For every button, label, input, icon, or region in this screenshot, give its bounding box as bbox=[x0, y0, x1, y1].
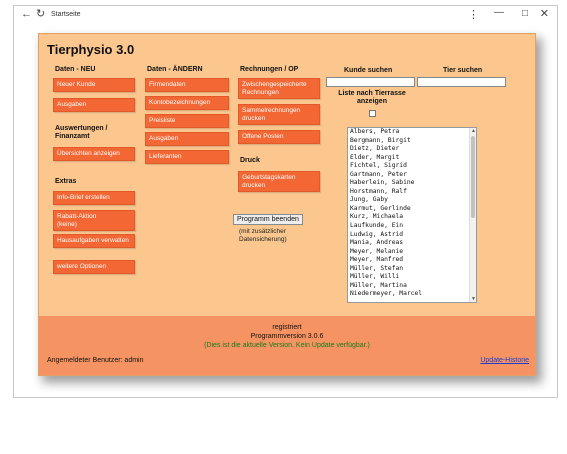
kebab-menu-icon[interactable]: ⋮ bbox=[468, 8, 479, 21]
ausgaben-aendern-button[interactable]: Ausgaben bbox=[145, 132, 229, 146]
customer-list-item[interactable]: Mania, Andreas bbox=[348, 239, 476, 248]
ausgaben-neu-button[interactable]: Ausgaben bbox=[53, 98, 135, 112]
scroll-down-icon[interactable]: ▼ bbox=[470, 296, 476, 302]
programm-beenden-button[interactable]: Programm beenden bbox=[233, 214, 303, 225]
offene-posten-button[interactable]: Offene Posten bbox=[238, 130, 320, 144]
customer-list-item[interactable]: Haberlein, Sabine bbox=[348, 179, 476, 188]
listbox-scrollbar[interactable]: ▲ ▼ bbox=[469, 128, 476, 302]
kontobezeichnungen-button[interactable]: Kontobezeichnungen bbox=[145, 96, 229, 110]
heading-daten-aendern: Daten - ÄNDERN bbox=[147, 66, 203, 73]
customer-list-item[interactable]: Müller, Willi bbox=[348, 273, 476, 282]
scroll-up-icon[interactable]: ▲ bbox=[470, 128, 476, 134]
customer-list-item[interactable]: Albers, Petra bbox=[348, 128, 476, 137]
customer-listbox[interactable]: Albers, Petra Bergmann, Birgit Dietz, Diet… bbox=[347, 127, 477, 303]
customer-list: Albers, Petra Bergmann, Birgit Dietz, Diet… bbox=[348, 128, 476, 299]
close-icon[interactable]: ✕ bbox=[540, 7, 549, 20]
heading-rechnungen: Rechnungen / OP bbox=[240, 66, 299, 73]
page-content: Tierphysio 3.0 Daten - NEU Neuer Kunde A… bbox=[14, 24, 557, 397]
customer-list-item[interactable]: Müller, Martina bbox=[348, 282, 476, 291]
tab-title: Startseite bbox=[51, 11, 81, 18]
info-brief-button[interactable]: Info-Brief erstellen bbox=[53, 191, 135, 205]
logged-in-user: Angemeldeter Benutzer: admin bbox=[47, 357, 144, 364]
customer-list-item[interactable]: Niedermeyer, Marcel bbox=[348, 290, 476, 299]
customer-list-item[interactable]: Laufkunde, Ein bbox=[348, 222, 476, 231]
rabatt-aktion-status: (keine) bbox=[57, 220, 77, 228]
customer-list-item[interactable]: Ludwig, Astrid bbox=[348, 231, 476, 240]
reload-icon[interactable]: ↻ bbox=[36, 8, 45, 20]
customer-list-item[interactable]: Jung, Gaby bbox=[348, 196, 476, 205]
maximize-icon[interactable]: □ bbox=[522, 8, 528, 19]
neuer-kunde-button[interactable]: Neuer Kunde bbox=[53, 78, 135, 92]
preisliste-button[interactable]: Preisliste bbox=[145, 114, 229, 128]
kunde-suchen-label: Kunde suchen bbox=[344, 67, 393, 74]
main-card: Tierphysio 3.0 Daten - NEU Neuer Kunde A… bbox=[38, 33, 536, 376]
heading-extras: Extras bbox=[55, 178, 77, 185]
customer-list-item[interactable]: Gartmann, Peter bbox=[348, 171, 476, 180]
customer-list-item[interactable]: Kurz, Michaela bbox=[348, 213, 476, 222]
arrow-left-icon[interactable]: ← bbox=[21, 8, 32, 20]
browser-window: ← ↻ Startseite ⋮ — □ ✕ Tierphysio 3.0 Da… bbox=[13, 5, 558, 398]
tier-search-input[interactable] bbox=[417, 77, 506, 87]
customer-list-item[interactable]: Horstmann, Ralf bbox=[348, 188, 476, 197]
customer-list-item[interactable]: Fichtel, Sigrid bbox=[348, 162, 476, 171]
customer-list-item[interactable]: Müller, Stefan bbox=[348, 265, 476, 274]
program-version: Programmversion 3.0.6 bbox=[250, 333, 324, 340]
liste-nach-tierrasse-label: Liste nach Tierrasse anzeigen bbox=[338, 90, 406, 105]
tier-suchen-label: Tier suchen bbox=[443, 67, 483, 74]
heading-daten-neu: Daten - NEU bbox=[55, 66, 96, 73]
footer: registriert Programmversion 3.0.6 (Dies … bbox=[39, 316, 535, 375]
customer-list-item[interactable]: Bergmann, Birgit bbox=[348, 137, 476, 146]
heading-druck: Druck bbox=[240, 157, 260, 164]
customer-list-item[interactable]: Elder, Margit bbox=[348, 154, 476, 163]
firmendaten-button[interactable]: Firmendaten bbox=[145, 78, 229, 92]
rabatt-aktion-button[interactable]: Rabatt-Aktion (keine) bbox=[53, 210, 135, 231]
update-historie-link[interactable]: Update-Historie bbox=[480, 357, 529, 364]
datensicherung-note: (mit zusätzlicher Datensicherung) bbox=[239, 228, 287, 243]
registered-status: registriert bbox=[272, 324, 302, 331]
customer-list-item[interactable]: Karmut, Gerlinde bbox=[348, 205, 476, 214]
zwischengespeicherte-rechnungen-button[interactable]: Zwischengespeicherte Rechnungen bbox=[238, 78, 320, 99]
uebersichten-button[interactable]: Übersichten anzeigen bbox=[53, 147, 135, 161]
sammelrechnungen-button[interactable]: Sammelrechnungen drucken bbox=[238, 104, 320, 125]
customer-list-item[interactable]: Meyer, Manfred bbox=[348, 256, 476, 265]
tierrasse-checkbox[interactable] bbox=[369, 110, 376, 117]
title-bar: ← ↻ Startseite ⋮ — □ ✕ bbox=[14, 6, 557, 24]
geburtstagskarten-button[interactable]: Geburtstagskarten drucken bbox=[238, 171, 320, 192]
kunde-search-input[interactable] bbox=[326, 77, 415, 87]
customer-list-item[interactable]: Meyer, Melanie bbox=[348, 248, 476, 257]
weitere-optionen-button[interactable]: weitere Optionen bbox=[53, 260, 135, 274]
customer-list-item[interactable]: Dietz, Dieter bbox=[348, 145, 476, 154]
app-title: Tierphysio 3.0 bbox=[47, 42, 135, 57]
rabatt-aktion-label: Rabatt-Aktion bbox=[57, 213, 97, 220]
hausaufgaben-button[interactable]: Hausaufgaben verwalten bbox=[53, 234, 135, 248]
update-status: (Dies ist die aktuelle Version. Kein Upd… bbox=[204, 342, 370, 349]
heading-auswertungen: Auswertungen / Finanzamt bbox=[55, 125, 108, 140]
minimize-icon[interactable]: — bbox=[494, 7, 504, 18]
lieferanten-button[interactable]: Lieferanten bbox=[145, 150, 229, 164]
scroll-thumb[interactable] bbox=[471, 136, 475, 218]
